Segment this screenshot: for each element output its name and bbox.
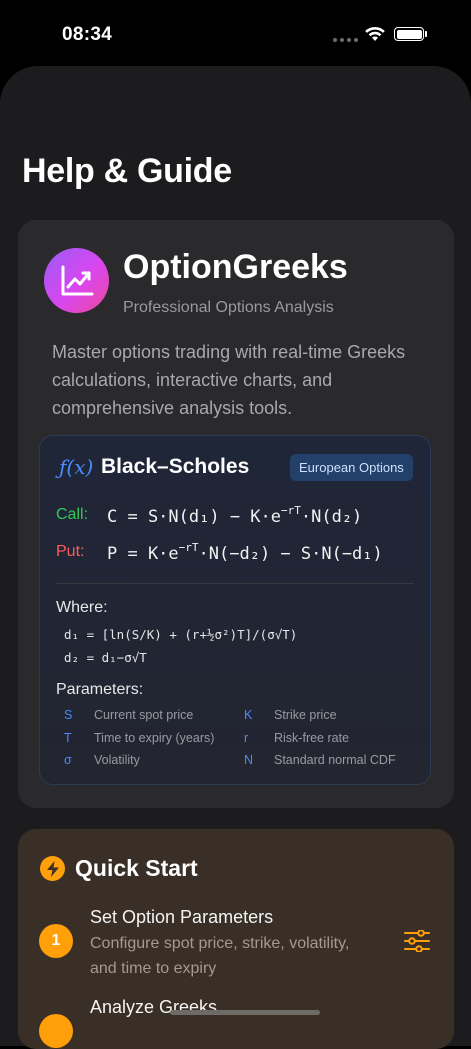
param-symbol: T <box>64 731 72 745</box>
call-formula: C = S·N(d₁) − K·e−rT·N(d₂) <box>107 504 363 527</box>
call-formula-main: C = S·N(d₁) − K·e <box>107 507 281 527</box>
step-title: Set Option Parameters <box>90 907 274 927</box>
quick-start-title: Quick Start <box>75 855 198 881</box>
call-formula-exponent: −rT <box>281 504 301 517</box>
param-symbol: σ <box>64 753 72 767</box>
put-formula: P = K·e−rT·N(−d₂) − S·N(−d₁) <box>107 541 383 564</box>
black-scholes-title: Black–Scholes <box>101 455 250 478</box>
divider <box>56 583 414 584</box>
bolt-icon <box>40 856 65 881</box>
put-formula-tail: ·N(−d₂) − S·N(−d₁) <box>198 544 383 564</box>
sliders-icon[interactable] <box>404 930 430 952</box>
status-time: 08:34 <box>62 24 113 45</box>
where-heading: Where: <box>56 599 108 616</box>
param-desc: Time to expiry (years) <box>94 731 215 745</box>
app-subtitle: Professional Options Analysis <box>123 299 334 316</box>
param-desc: Strike price <box>274 708 337 722</box>
put-label: Put: <box>56 543 85 560</box>
param-desc: Standard normal CDF <box>274 753 396 767</box>
european-options-badge: European Options <box>290 454 413 481</box>
param-desc: Volatility <box>94 753 140 767</box>
battery-cap <box>425 31 427 37</box>
param-symbol: r <box>244 731 249 745</box>
call-label: Call: <box>56 506 89 523</box>
status-bar: 08:34 <box>0 0 471 66</box>
app-intro-text: Master options trading with real-time Gr… <box>52 342 406 418</box>
put-formula-main: P = K·e <box>107 544 179 564</box>
battery-icon <box>394 27 424 41</box>
put-formula-exponent: −rT <box>178 541 199 554</box>
signal-icon <box>333 38 358 42</box>
chart-trend-icon <box>61 265 93 295</box>
function-icon: ƒ(x) <box>59 455 94 479</box>
step-number-badge: 1 <box>39 924 73 958</box>
param-symbol: S <box>64 708 73 722</box>
page-title: Help & Guide <box>22 152 232 190</box>
step-description: Configure spot price, strike, volatility… <box>90 935 350 977</box>
param-desc: Current spot price <box>94 708 194 722</box>
parameters-heading: Parameters: <box>56 681 144 698</box>
param-symbol: K <box>244 708 253 722</box>
step-number-badge <box>39 1014 73 1048</box>
home-indicator <box>170 1010 320 1015</box>
wifi-icon <box>365 26 385 41</box>
call-formula-tail: ·N(d₂) <box>300 507 363 527</box>
param-desc: Risk-free rate <box>274 731 350 745</box>
d2-equation: d₂ = d₁−σ√T <box>64 650 147 665</box>
param-symbol: N <box>244 753 254 767</box>
app-name: OptionGreeks <box>123 248 348 286</box>
d1-equation: d₁ = [ln(S/K) + (r+½σ²)T]/(σ√T) <box>64 627 298 642</box>
app-logo <box>44 248 109 313</box>
